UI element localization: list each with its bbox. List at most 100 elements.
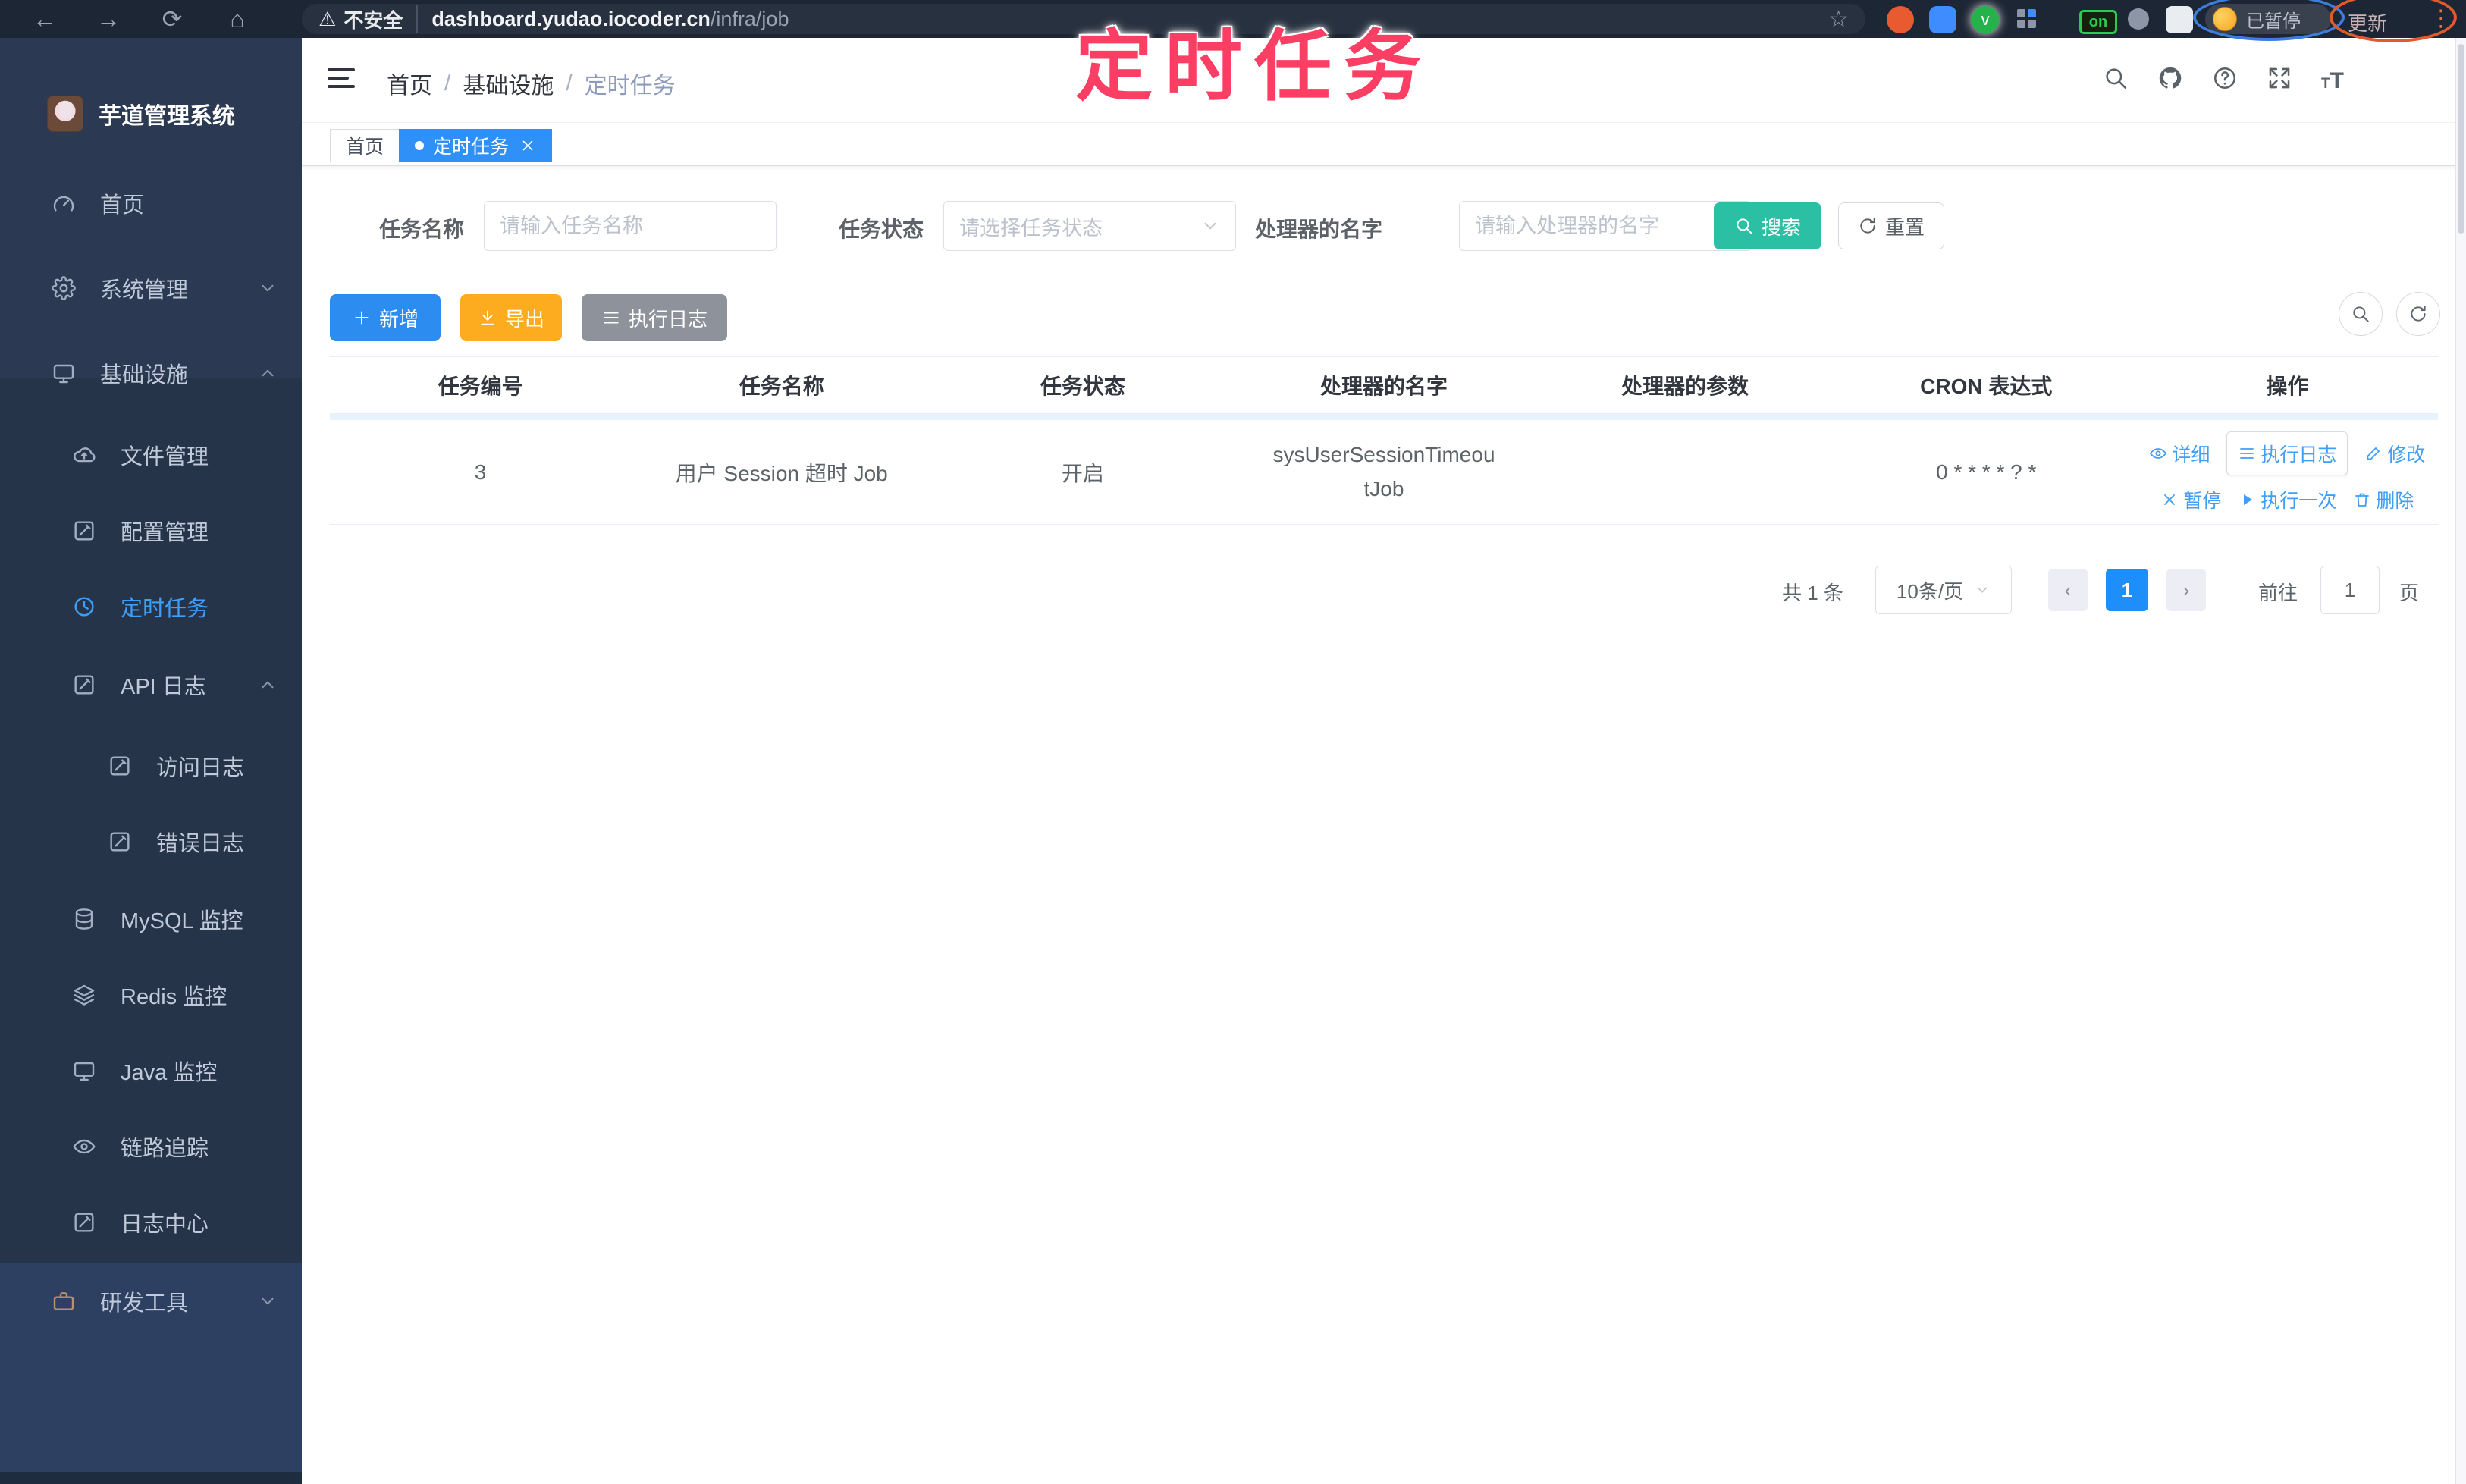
execute-log-button[interactable]: 执行日志 (582, 294, 727, 341)
extension-icon-gray[interactable] (2128, 8, 2149, 30)
cell-handler: sysUserSessionTimeoutJob (1272, 442, 1495, 500)
sidebar-item-mysql-monitor[interactable]: MySQL 监控 (0, 881, 302, 957)
sidebar-item-file-manage[interactable]: 文件管理 (0, 417, 302, 493)
pagination: 共 1 条 10条/页 ‹ 1 › 前往 页 (302, 566, 2438, 616)
job-log-link[interactable]: 执行日志 (2226, 431, 2348, 475)
bookmark-star-icon[interactable]: ☆ (1828, 6, 1849, 33)
browser-back-icon[interactable]: ← (29, 3, 61, 35)
close-tab-icon[interactable] (519, 137, 536, 154)
breadcrumb: 首页 / 基础设施 / 定时任务 (387, 67, 676, 100)
detail-link[interactable]: 详细 (2149, 440, 2210, 467)
edit-icon (72, 519, 96, 543)
sidebar-item-log-center[interactable]: 日志中心 (0, 1184, 302, 1260)
log-center-icon (72, 1210, 96, 1235)
eye-icon (72, 1134, 96, 1159)
refresh-icon (1858, 216, 1878, 236)
current-page-button[interactable]: 1 (2106, 569, 2148, 611)
sidebar-item-system[interactable]: 系统管理 (0, 250, 302, 326)
sidebar-item-config-manage[interactable]: 配置管理 (0, 493, 302, 569)
cell-cron: 0 * * * * ? * (1936, 460, 2037, 484)
mysql-monitor-icon (72, 907, 96, 931)
header-search-icon[interactable] (2100, 65, 2131, 96)
extension-on-badge[interactable]: on (2079, 10, 2117, 34)
sidebar-item-home[interactable]: 首页 (0, 165, 302, 241)
cell-job-id: 3 (474, 460, 487, 484)
tab-scheduled-job[interactable]: 定时任务 (399, 129, 553, 162)
scrollbar-thumb[interactable] (2458, 44, 2464, 234)
scrollbar-track[interactable] (2455, 38, 2466, 1484)
job-status-select[interactable]: 请选择任务状态 (943, 201, 1236, 251)
breadcrumb-current: 定时任务 (584, 74, 676, 99)
refresh-icon (2408, 304, 2428, 324)
sidebar-item-access-log[interactable]: 访问日志 (0, 728, 302, 804)
goto-page-input[interactable] (2320, 566, 2380, 614)
app-logo-row[interactable]: 芋道管理系统 (0, 82, 302, 146)
app-logo (47, 96, 83, 132)
cell-job-name: 用户 Session 超时 Job (675, 461, 888, 485)
page-size-select[interactable]: 10条/页 (1875, 566, 2012, 614)
select-chevron-down-icon (1974, 582, 1991, 598)
search-button[interactable]: 搜索 (1714, 202, 1821, 249)
breadcrumb-infra[interactable]: 基础设施 (463, 67, 554, 100)
url-host: dashboard.yudao.iocoder.cn (431, 7, 711, 30)
run-once-link[interactable]: 执行一次 (2238, 486, 2336, 513)
sidebar-item-infra[interactable]: 基础设施 (0, 335, 302, 411)
add-button[interactable]: 新增 (330, 294, 441, 341)
table-header-row: 任务编号 任务名称 任务状态 处理器的名字 处理器的参数 CRON 表达式 操作 (330, 356, 2438, 414)
select-chevron-down-icon (1200, 216, 1220, 236)
extension-icon-green-check[interactable]: v (1972, 6, 1999, 33)
page-unit-label: 页 (2399, 582, 2420, 604)
toggle-search-button[interactable] (2339, 292, 2383, 336)
sidebar-item-api-log[interactable]: API 日志 (0, 647, 302, 723)
fullscreen-icon[interactable] (2264, 65, 2295, 96)
browser-reload-icon[interactable]: ⟳ (156, 3, 188, 35)
extension-icon-grid[interactable] (2017, 9, 2037, 29)
sidebar-item-redis-monitor[interactable]: Redis 监控 (0, 957, 302, 1033)
sidebar-item-error-log[interactable]: 错误日志 (0, 804, 302, 880)
sidebar-item-devtools[interactable]: 研发工具 (0, 1263, 302, 1339)
tab-home[interactable]: 首页 (330, 129, 400, 162)
col-actions: 操作 (2266, 375, 2309, 398)
app-title: 芋道管理系统 (99, 104, 235, 129)
next-page-button[interactable]: › (2166, 569, 2206, 611)
browser-home-icon[interactable]: ⌂ (221, 3, 253, 35)
github-icon[interactable] (2155, 65, 2185, 96)
export-button[interactable]: 导出 (460, 294, 562, 341)
delete-link[interactable]: 删除 (2353, 486, 2414, 513)
reset-button[interactable]: 重置 (1838, 202, 1944, 249)
url-path: /infra/job (710, 7, 789, 30)
redis-monitor-icon (72, 983, 96, 1007)
extension-icon-blue[interactable] (1929, 6, 1956, 33)
sidebar-item-java-monitor[interactable]: Java 监控 (0, 1033, 302, 1109)
java-monitor-icon (72, 1059, 96, 1083)
col-job-id: 任务编号 (438, 375, 523, 398)
table-row: 3 用户 Session 超时 Job 开启 sysUserSessionTim… (330, 420, 2438, 525)
error-log-icon (108, 830, 132, 854)
handler-name-label: 处理器的名字 (1255, 218, 1383, 241)
prev-page-button[interactable]: ‹ (2048, 569, 2088, 611)
close-icon (2160, 491, 2179, 509)
browser-forward-icon[interactable]: → (93, 3, 124, 35)
hamburger-icon[interactable] (328, 68, 355, 91)
cell-actions: 详细 执行日志 修改 暂停 执行一次 删除 (2137, 431, 2438, 513)
plus-icon (352, 308, 372, 328)
sidebar-item-scheduled-job[interactable]: 定时任务 (0, 569, 302, 645)
briefcase-icon (52, 1289, 76, 1313)
help-icon[interactable] (2210, 65, 2240, 96)
gear-icon (52, 276, 76, 300)
extension-icon-orange[interactable] (1887, 6, 1914, 33)
refresh-table-button[interactable] (2396, 292, 2440, 336)
job-name-input[interactable] (484, 201, 777, 251)
sidebar-item-trace[interactable]: 链路追踪 (0, 1109, 302, 1184)
modify-link[interactable]: 修改 (2364, 440, 2425, 467)
breadcrumb-home[interactable]: 首页 (387, 67, 432, 100)
job-name-label: 任务名称 (379, 218, 465, 241)
handler-name-input[interactable] (1459, 201, 1752, 251)
pause-link[interactable]: 暂停 (2160, 486, 2221, 513)
extensions-puzzle-icon[interactable] (2166, 6, 2193, 33)
infrastructure-icon (52, 361, 76, 385)
font-size-icon[interactable]: TT (2317, 68, 2348, 99)
trash-icon (2353, 491, 2371, 509)
chevron-up-icon (258, 363, 278, 383)
chevron-down-icon (258, 278, 278, 298)
